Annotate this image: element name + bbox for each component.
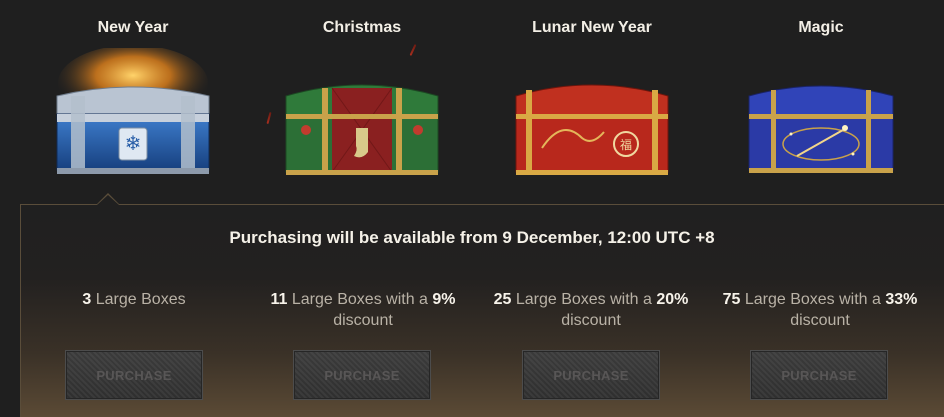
offer-text: Large Boxes <box>91 291 186 308</box>
offer-discount-label: discount <box>561 312 621 329</box>
lunar-new-year-chest-icon: 福 <box>497 48 687 198</box>
offer-discount-label: discount <box>333 312 393 329</box>
box-lunar-new-year[interactable]: Lunar New Year 福 <box>497 0 687 205</box>
offer-count: 75 <box>722 291 741 308</box>
magic-chest-icon <box>726 48 916 198</box>
offer-text: Large Boxes with a <box>740 291 886 308</box>
offer-discount: 33% <box>885 291 918 308</box>
selected-pointer-inner <box>97 195 119 205</box>
offer-count: 3 <box>82 291 92 308</box>
box-title: Christmas <box>322 19 402 36</box>
offer-count: 25 <box>493 291 512 308</box>
purchase-button-25[interactable]: PURCHASE <box>522 350 660 400</box>
offer-discount: 9% <box>432 291 456 308</box>
purchase-button-11[interactable]: PURCHASE <box>293 350 431 400</box>
offer-discount: 20% <box>656 291 689 308</box>
offer-11-boxes: 11 Large Boxes with a 9% discount <box>253 289 473 331</box>
offer-3-boxes: 3 Large Boxes <box>24 289 244 310</box>
offer-text: Large Boxes with a <box>511 291 657 308</box>
offer-discount-label: discount <box>790 312 850 329</box>
box-selector: New Year ❄ Christmas Lunar New Year 福 Ma… <box>0 0 944 205</box>
box-title: New Year <box>97 19 169 36</box>
new-year-chest-icon: ❄ <box>38 48 228 198</box>
offer-text: Large Boxes with a <box>287 291 433 308</box>
box-new-year[interactable]: New Year ❄ <box>38 0 228 205</box>
purchase-button-3[interactable]: PURCHASE <box>65 350 203 400</box>
purchase-button-75[interactable]: PURCHASE <box>750 350 888 400</box>
svg-text:❄: ❄ <box>125 131 142 155</box>
box-magic[interactable]: Magic <box>726 0 916 205</box>
offer-75-boxes: 75 Large Boxes with a 33% discount <box>710 289 930 331</box>
offer-25-boxes: 25 Large Boxes with a 20% discount <box>481 289 701 331</box>
christmas-chest-icon <box>267 48 457 198</box>
box-title: Lunar New Year <box>532 19 652 36</box>
availability-notice: Purchasing will be available from 9 Dece… <box>229 228 715 247</box>
offer-count: 11 <box>270 291 288 308</box>
box-christmas[interactable]: Christmas <box>267 0 457 205</box>
box-title: Magic <box>798 19 844 36</box>
svg-text:福: 福 <box>620 137 632 152</box>
